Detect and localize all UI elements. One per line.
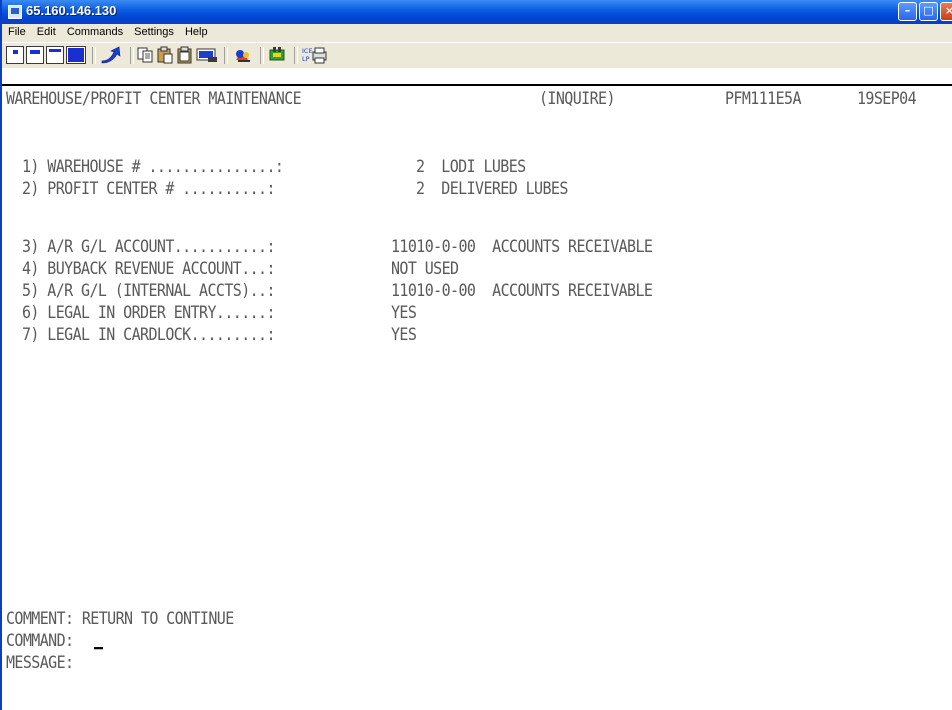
terminal-app-icon[interactable] — [8, 5, 22, 19]
copy-icon[interactable] — [136, 46, 154, 64]
screen-header-title: WAREHOUSE/PROFIT CENTER MAINTENANCE — [6, 88, 302, 109]
keyboard-map-icon[interactable] — [196, 46, 218, 64]
menu-edit[interactable]: Edit — [33, 24, 60, 38]
svg-text:ICE: ICE — [302, 47, 313, 55]
large-screen-icon[interactable] — [46, 46, 64, 64]
command-label: COMMAND: — [6, 630, 74, 651]
print-icon[interactable]: ICE LP — [302, 46, 328, 64]
full-screen-icon[interactable] — [66, 46, 86, 64]
hotspot-icon[interactable] — [268, 46, 288, 64]
menu-bar: File Edit Commands Settings Help — [2, 24, 952, 42]
title-bar[interactable]: 65.160.146.130 – □ × — [2, 0, 952, 24]
screen-mode: (INQUIRE) — [539, 88, 615, 109]
field-label: 4) BUYBACK REVENUE ACCOUNT...: — [22, 258, 276, 279]
field-value: 11010-0-00 ACCOUNTS RECEIVABLE — [391, 280, 653, 301]
command-input[interactable] — [94, 628, 103, 653]
close-button[interactable]: × — [940, 2, 952, 21]
field-label: 3) A/R G/L ACCOUNT...........: — [22, 236, 276, 257]
menu-settings[interactable]: Settings — [130, 24, 178, 38]
toolbar: ICE LP — [2, 42, 952, 68]
menu-file[interactable]: File — [2, 24, 30, 38]
medium-screen-icon[interactable] — [26, 46, 44, 64]
field-value: YES — [391, 324, 417, 345]
field-label: 2) PROFIT CENTER # ..........: — [22, 178, 276, 199]
small-screen-icon[interactable] — [6, 46, 24, 64]
minimize-button[interactable]: – — [898, 2, 917, 21]
maximize-button[interactable]: □ — [919, 2, 938, 21]
program-id: PFM111E5A — [725, 88, 801, 109]
menu-help[interactable]: Help — [181, 24, 212, 38]
message-label: MESSAGE: — [6, 652, 74, 673]
field-value: 11010-0-00 ACCOUNTS RECEIVABLE — [391, 236, 653, 257]
terminal-screen[interactable]: WAREHOUSE/PROFIT CENTER MAINTENANCE (INQ… — [2, 86, 952, 710]
screen-date: 19SEP04 — [857, 88, 917, 109]
paste-icon[interactable] — [156, 46, 174, 64]
comment-line: COMMENT: RETURN TO CONTINUE — [6, 608, 234, 629]
menu-commands[interactable]: Commands — [63, 24, 127, 38]
send-arrow-icon[interactable] — [100, 46, 124, 64]
terminal-window: 65.160.146.130 – □ × File Edit Commands … — [0, 0, 952, 710]
text-cursor — [94, 647, 103, 650]
field-value: 2 LODI LUBES — [416, 156, 526, 177]
field-label: 5) A/R G/L (INTERNAL ACCTS)..: — [22, 280, 276, 301]
field-value: 2 DELIVERED LUBES — [416, 178, 568, 199]
clipboard-icon[interactable] — [176, 46, 194, 64]
field-label: 1) WAREHOUSE # ...............: — [22, 156, 284, 177]
window-title: 65.160.146.130 — [26, 3, 117, 18]
field-value: NOT USED — [391, 258, 459, 279]
field-value: YES — [391, 302, 417, 323]
svg-text:LP: LP — [302, 55, 310, 63]
macro-icon[interactable] — [232, 46, 254, 64]
field-label: 6) LEGAL IN ORDER ENTRY......: — [22, 302, 276, 323]
field-label: 7) LEGAL IN CARDLOCK.........: — [22, 324, 276, 345]
